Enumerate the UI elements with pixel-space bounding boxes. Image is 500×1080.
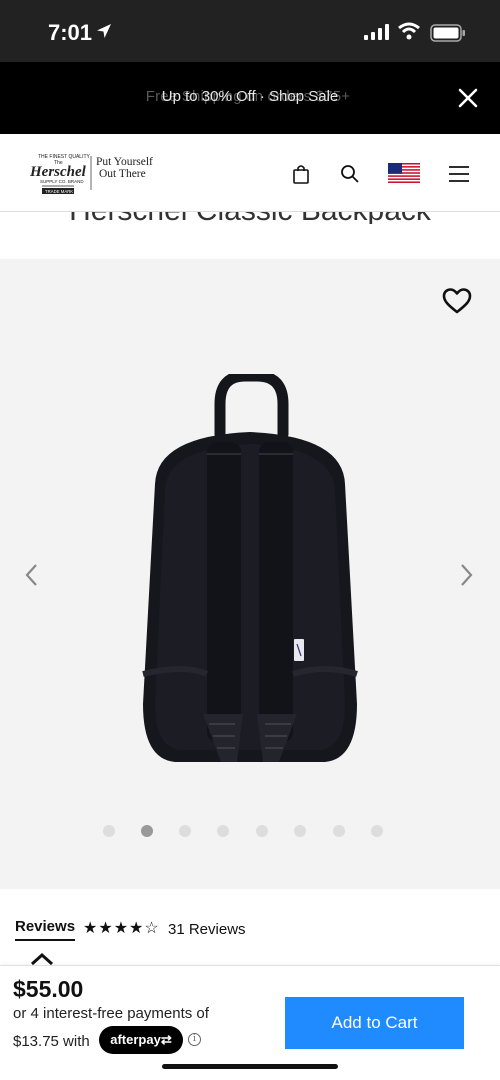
svg-text:TRADE MARK: TRADE MARK [45, 189, 73, 194]
svg-text:SUPPLY CO. BRAND: SUPPLY CO. BRAND [40, 179, 84, 184]
carousel-dot[interactable] [371, 825, 383, 837]
afterpay-badge[interactable]: afterpay⇄ [99, 1026, 183, 1054]
herschel-logo[interactable]: THE FINEST QUALITY The Herschel SUPPLY C… [28, 150, 154, 196]
backpack-image[interactable] [125, 374, 375, 774]
installments-amount: $13.75 with [13, 1033, 90, 1050]
status-bar: 7:01 [0, 0, 500, 62]
svg-text:THE FINEST QUALITY: THE FINEST QUALITY [38, 154, 91, 160]
info-icon[interactable]: i [188, 1033, 201, 1046]
promo-banner: Free Shipping on orders $75+ Up to 30% O… [0, 62, 500, 134]
chevron-up-icon[interactable] [29, 952, 55, 966]
menu-icon[interactable] [448, 165, 470, 183]
carousel-dot[interactable] [103, 825, 115, 837]
product-title: Herschel Classic Backpack [0, 212, 500, 224]
chevron-left-icon[interactable] [22, 562, 42, 588]
bag-icon[interactable] [292, 164, 310, 184]
carousel-dot[interactable] [179, 825, 191, 837]
us-flag-icon[interactable] [388, 163, 420, 183]
promo-message[interactable]: Up to 30% Off · Shop Sale [0, 88, 500, 105]
purchase-bar: $55.00 or 4 interest-free payments of $1… [0, 965, 500, 1080]
carousel-dot[interactable] [294, 825, 306, 837]
wifi-icon [398, 22, 420, 40]
battery-icon [430, 24, 465, 42]
chevron-right-icon[interactable] [456, 562, 476, 588]
home-indicator [162, 1064, 338, 1069]
herschel-logo-mark: THE FINEST QUALITY The Herschel SUPPLY C… [29, 154, 92, 194]
close-icon[interactable] [456, 86, 480, 110]
search-icon[interactable] [340, 164, 360, 184]
svg-text:Herschel: Herschel [29, 164, 87, 180]
status-time: 7:01 [48, 20, 93, 45]
logo-tagline-line1: Put Yourself [96, 156, 153, 168]
add-to-cart-button[interactable]: Add to Cart [285, 997, 464, 1049]
heart-icon[interactable] [442, 287, 472, 315]
carousel-dots [0, 825, 500, 839]
star-rating[interactable]: ★★★★☆ [83, 918, 160, 938]
carousel-dot[interactable] [256, 825, 268, 837]
review-count[interactable]: 31 Reviews [168, 921, 246, 938]
reviews-tab[interactable]: Reviews [15, 918, 76, 941]
carousel-dot[interactable] [333, 825, 345, 837]
site-header: THE FINEST QUALITY The Herschel SUPPLY C… [0, 134, 500, 212]
installments-text: or 4 interest-free payments of [13, 1005, 209, 1022]
product-price: $55.00 [13, 976, 84, 1002]
location-arrow-icon [97, 24, 111, 38]
carousel-dot[interactable] [217, 825, 229, 837]
logo-tagline: Put Yourself Out There [96, 156, 153, 180]
signal-icon [364, 24, 389, 40]
product-title-clip: Herschel Classic Backpack [0, 212, 500, 224]
carousel-dot-active[interactable] [141, 825, 153, 837]
product-gallery [0, 259, 500, 889]
logo-tagline-line2: Out There [99, 168, 146, 180]
